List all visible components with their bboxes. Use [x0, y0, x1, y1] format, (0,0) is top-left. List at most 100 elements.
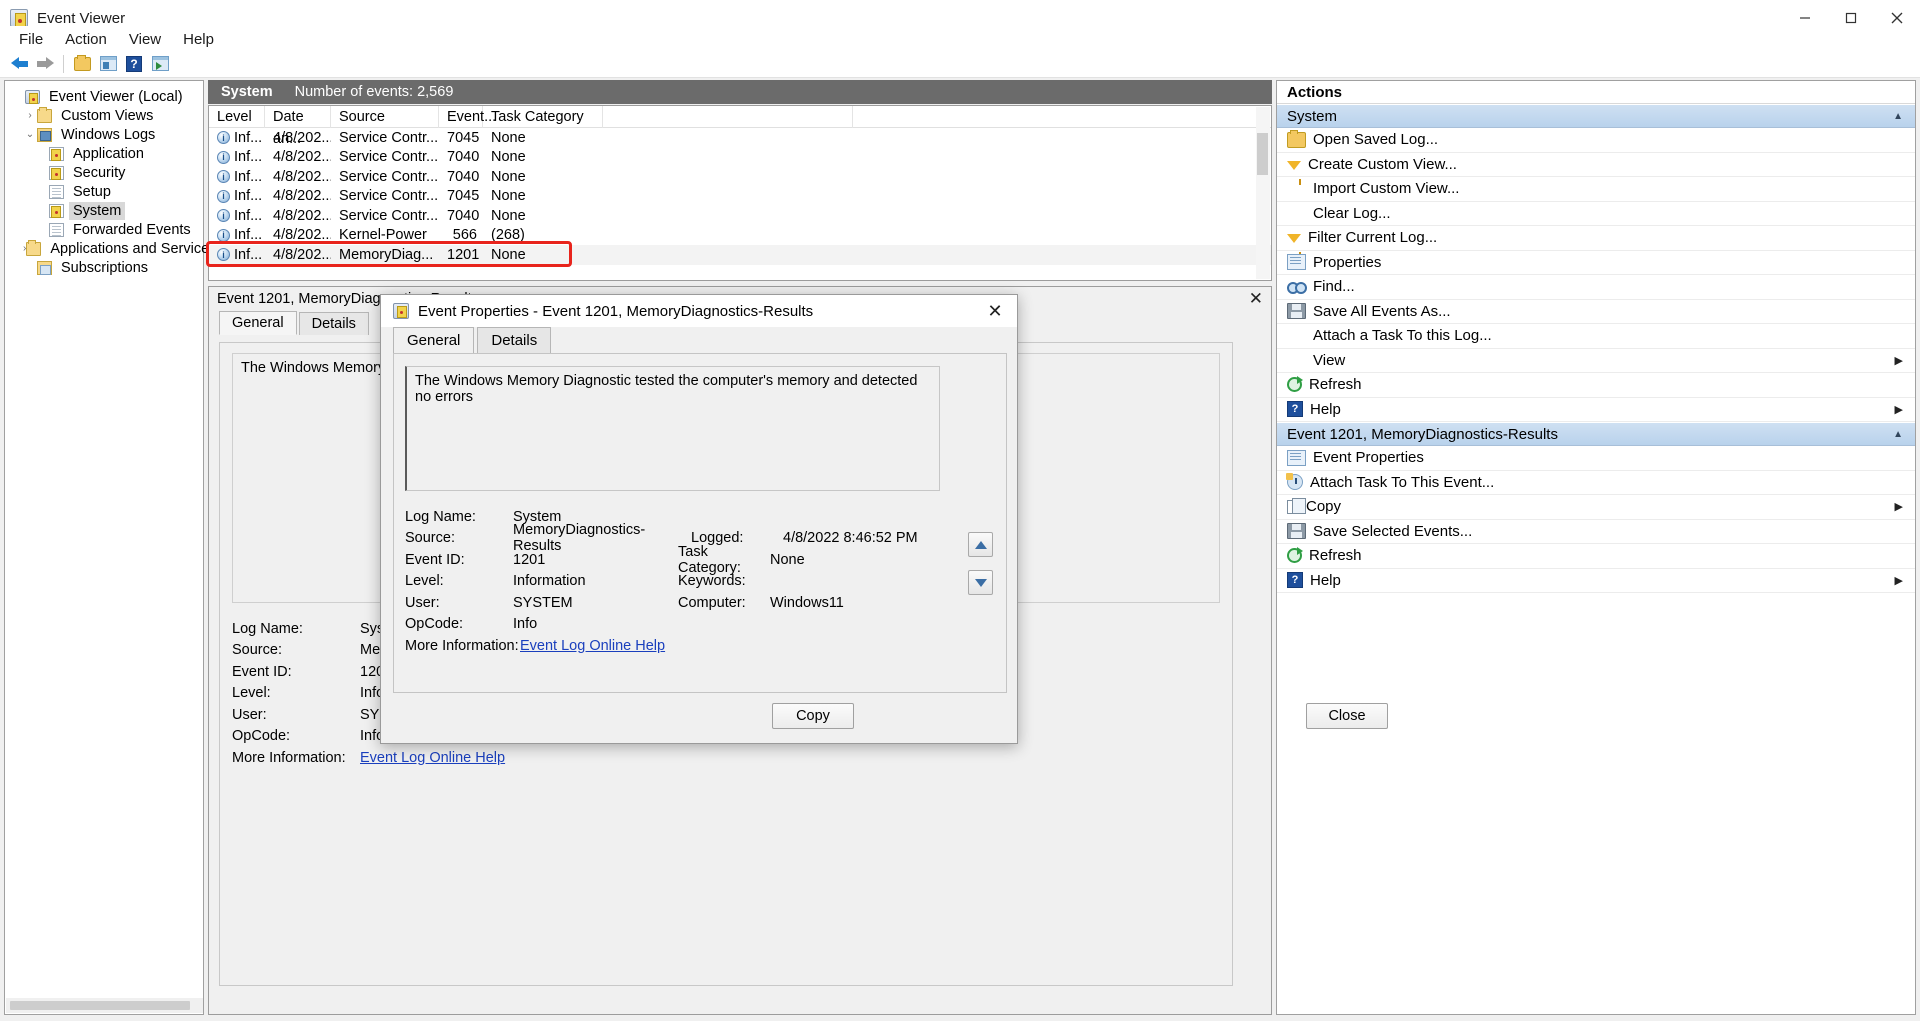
event-row[interactable]: iInf...4/8/202...Service Contr...7045Non…	[209, 187, 1271, 207]
dialog-close-button[interactable]: ✕	[973, 295, 1017, 327]
tree-item-security[interactable]: Security	[5, 163, 203, 182]
event-source-cell: Kernel-Power	[331, 227, 439, 243]
tree-scroll-thumb[interactable]	[10, 1001, 190, 1010]
action-item-attach-a-task-to-this-log[interactable]: Attach a Task To this Log...	[1277, 324, 1915, 349]
tree-item-label: Subscriptions	[57, 259, 152, 277]
dialog-tab-details[interactable]: Details	[477, 327, 551, 353]
action-item-event-properties[interactable]: Event Properties	[1277, 446, 1915, 471]
menu-file[interactable]: File	[8, 28, 54, 51]
detail-field-label: Source:	[232, 642, 360, 658]
submenu-arrow-icon: ▶	[1895, 500, 1903, 513]
open-saved-log-button[interactable]	[69, 52, 95, 76]
column-header-event[interactable]: Event...	[439, 106, 483, 128]
detail-pane-close-icon[interactable]: ✕	[1249, 289, 1263, 309]
menu-view[interactable]: View	[118, 28, 172, 51]
action-item-refresh[interactable]: Refresh	[1277, 544, 1915, 569]
event-row[interactable]: iInf...4/8/202...Service Contr...7040Non…	[209, 148, 1271, 168]
action-item-attach-task-to-this-event[interactable]: Attach Task To This Event...	[1277, 471, 1915, 496]
log-warning-icon	[49, 147, 64, 161]
actions-group-header[interactable]: Event 1201, MemoryDiagnostics-Results▲	[1277, 422, 1915, 446]
action-item-label: Refresh	[1309, 547, 1362, 564]
action-item-help[interactable]: ?Help▶	[1277, 569, 1915, 594]
event-date-cell: 4/8/202...	[265, 247, 331, 263]
tree-item-applications-and-services-log[interactable]: ›Applications and Services Log	[5, 239, 203, 258]
dialog-more-information-label: More Information:	[405, 638, 520, 654]
dialog-field-label: Log Name:	[405, 509, 513, 525]
action-item-copy[interactable]: Copy▶	[1277, 495, 1915, 520]
event-viewer-icon	[25, 90, 40, 104]
event-list[interactable]: LevelDate an...SourceEvent...Task Catego…	[208, 105, 1272, 281]
actions-group-header[interactable]: System▲	[1277, 104, 1915, 128]
event-list-scrollbar[interactable]	[1256, 107, 1270, 279]
action-item-properties[interactable]: Properties	[1277, 251, 1915, 276]
tree-expander-icon[interactable]: ⌄	[23, 129, 37, 140]
help-button[interactable]: ?	[121, 52, 147, 76]
event-level-label: Inf...	[234, 208, 262, 224]
detail-tab-details[interactable]: Details	[299, 312, 369, 335]
dialog-body: The Windows Memory Diagnostic tested the…	[393, 353, 1007, 693]
action-item-clear-log[interactable]: Clear Log...	[1277, 202, 1915, 227]
dialog-tab-general[interactable]: General	[393, 327, 474, 354]
event-row[interactable]: iInf...4/8/202...Service Contr...7040Non…	[209, 206, 1271, 226]
windows-logs-folder-icon	[37, 128, 52, 142]
event-list-scroll-thumb[interactable]	[1257, 133, 1268, 175]
tree-item-application[interactable]: Application	[5, 144, 203, 163]
column-header-date-an[interactable]: Date an...	[265, 106, 331, 128]
tree-item-subscriptions[interactable]: Subscriptions	[5, 258, 203, 277]
action-item-import-custom-view[interactable]: Import Custom View...	[1277, 177, 1915, 202]
back-button[interactable]	[6, 52, 32, 76]
detail-tab-general[interactable]: General	[219, 311, 297, 335]
show-console-tree-button[interactable]	[95, 52, 121, 76]
dialog-title-bar: Event Properties - Event 1201, MemoryDia…	[381, 295, 1017, 327]
dialog-field-value: MemoryDiagnostics-Results	[513, 522, 691, 554]
action-item-filter-current-log[interactable]: Filter Current Log...	[1277, 226, 1915, 251]
tree-item-forwarded-events[interactable]: Forwarded Events	[5, 220, 203, 239]
event-source-cell: Service Contr...	[331, 149, 439, 165]
action-item-create-custom-view[interactable]: Create Custom View...	[1277, 153, 1915, 178]
tree-item-windows-logs[interactable]: ⌄Windows Logs	[5, 125, 203, 144]
detail-field-value[interactable]: Event Log Online Help	[360, 750, 650, 766]
help-icon: ?	[126, 56, 142, 72]
column-header-level[interactable]: Level	[209, 106, 265, 128]
chevron-up-icon[interactable]: ▲	[1893, 111, 1903, 122]
tree-item-system[interactable]: System	[5, 201, 203, 220]
event-row[interactable]: iInf...4/8/202...MemoryDiag...1201None	[209, 245, 1271, 265]
column-header-source[interactable]: Source	[331, 106, 439, 128]
action-item-label: Find...	[1313, 278, 1355, 295]
event-row[interactable]: iInf...4/8/202...Service Contr...7040Non…	[209, 167, 1271, 187]
event-level-cell: iInf...	[209, 188, 265, 204]
tree-item-event-viewer-local[interactable]: Event Viewer (Local)	[5, 87, 203, 106]
copy-icon	[1287, 500, 1299, 514]
event-level-cell: iInf...	[209, 208, 265, 224]
show-action-pane-button[interactable]	[147, 52, 173, 76]
console-tree-pane: Event Viewer (Local)›Custom Views⌄Window…	[4, 80, 204, 1015]
action-item-save-selected-events[interactable]: Save Selected Events...	[1277, 520, 1915, 545]
action-item-view[interactable]: View▶	[1277, 349, 1915, 374]
action-item-find[interactable]: Find...	[1277, 275, 1915, 300]
action-item-refresh[interactable]: Refresh	[1277, 373, 1915, 398]
back-arrow-icon	[11, 57, 28, 70]
event-row[interactable]: iInf...4/8/202...Kernel-Power566(268)	[209, 226, 1271, 246]
tree-horizontal-scrollbar[interactable]	[6, 998, 203, 1013]
action-item-save-all-events-as[interactable]: Save All Events As...	[1277, 300, 1915, 325]
action-item-help[interactable]: ?Help▶	[1277, 398, 1915, 423]
information-icon: i	[217, 151, 230, 164]
tree-item-label: Event Viewer (Local)	[45, 88, 187, 106]
event-row[interactable]: iInf...4/8/202...Service Contr...7045Non…	[209, 128, 1271, 148]
menu-action[interactable]: Action	[54, 28, 118, 51]
dialog-close-action-button[interactable]: Close	[1306, 703, 1388, 729]
action-item-label: Import Custom View...	[1313, 180, 1459, 197]
action-item-open-saved-log[interactable]: Open Saved Log...	[1277, 128, 1915, 153]
dialog-field-label: Event ID:	[405, 552, 513, 568]
chevron-up-icon[interactable]: ▲	[1893, 429, 1903, 440]
dialog-copy-button[interactable]: Copy	[772, 703, 854, 729]
forward-button[interactable]	[32, 52, 58, 76]
tree-item-setup[interactable]: Setup	[5, 182, 203, 201]
tree-expander-icon[interactable]: ›	[23, 110, 37, 121]
log-warning-icon	[49, 204, 64, 218]
actions-list: System▲Open Saved Log...Create Custom Vi…	[1277, 104, 1915, 593]
tree-item-custom-views[interactable]: ›Custom Views	[5, 106, 203, 125]
column-header-task-category[interactable]: Task Category	[483, 106, 603, 128]
menu-help[interactable]: Help	[172, 28, 225, 51]
event-log-online-help-link[interactable]: Event Log Online Help	[520, 638, 665, 654]
